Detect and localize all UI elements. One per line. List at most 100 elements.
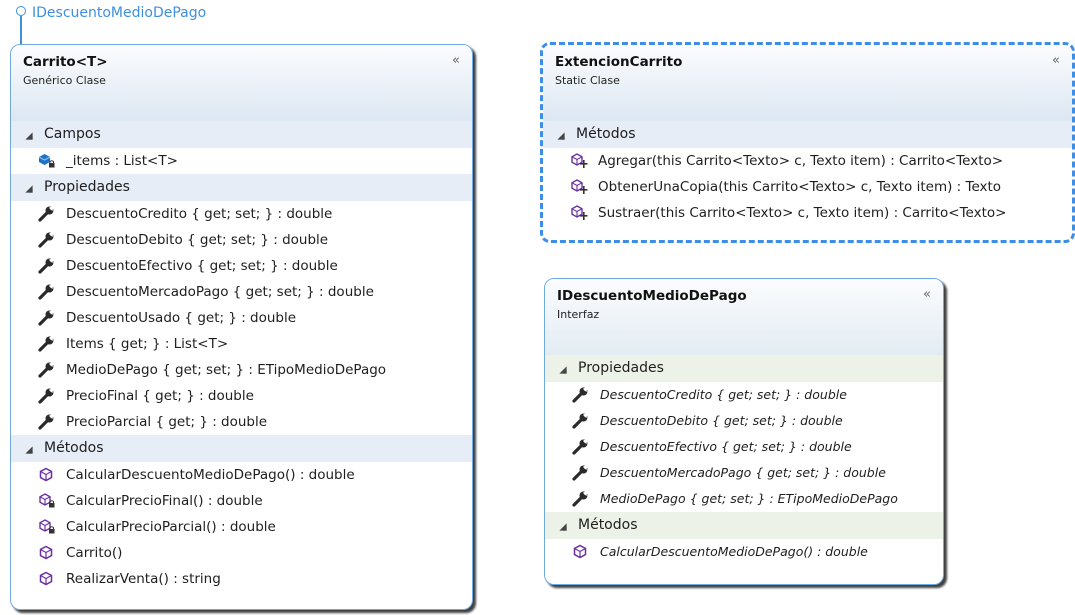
member-row[interactable]: PrecioFinal { get; } : double [11,383,472,409]
member-text: DescuentoDebito { get; set; } : double [66,232,329,248]
member-row[interactable]: DescuentoCredito { get; set; } : double [545,382,943,408]
member-row[interactable]: Items { get; } : List<T> [11,331,472,357]
expand-triangle-icon[interactable] [559,366,567,374]
expand-triangle-icon[interactable] [557,132,565,140]
property-wrench-icon [572,465,590,481]
property-wrench-icon [572,387,590,403]
extension-method-icon [570,153,588,169]
private-method-icon [38,519,56,535]
member-row[interactable]: DescuentoDebito { get; set; } : double [545,408,943,434]
member-row[interactable]: CalcularDescuentoMedioDePago() : double [11,462,472,488]
property-wrench-icon [38,206,56,222]
member-row[interactable]: DescuentoMercadoPago { get; set; } : dou… [11,279,472,305]
interface-lollipop-label[interactable]: IDescuentoMedioDePago [32,5,206,21]
member-text: DescuentoDebito { get; set; } : double [600,413,843,428]
member-text: Items { get; } : List<T> [66,336,229,352]
section-header-campos[interactable]: Campos [11,121,472,148]
member-row[interactable]: DescuentoEfectivo { get; set; } : double [11,253,472,279]
section-label: Métodos [44,440,104,456]
member-text: RealizarVenta() : string [66,571,221,587]
member-text: DescuentoCredito { get; set; } : double [66,206,333,222]
member-row[interactable]: Carrito() [11,540,472,566]
member-text: DescuentoCredito { get; set; } : double [600,387,847,402]
member-row[interactable]: RealizarVenta() : string [11,566,472,592]
member-text: CalcularDescuentoMedioDePago() : double [66,467,355,483]
class-title: ExtencionCarrito [555,54,683,70]
member-row[interactable]: DescuentoUsado { get; } : double [11,305,472,331]
member-text: PrecioParcial { get; } : double [66,414,268,430]
class-box-carrito[interactable]: Carrito<T> Genérico Clase « Campos _items… [10,44,473,610]
section-header-m-todos[interactable]: Métodos [543,121,1072,148]
member-row[interactable]: _items : List<T> [11,148,472,174]
collapse-icon[interactable]: « [1052,53,1060,68]
property-wrench-icon [572,439,590,455]
interface-header[interactable]: IDescuentoMedioDePago Interfaz « [545,279,943,355]
expand-triangle-icon[interactable] [25,185,33,193]
class-title: Carrito<T> [23,54,108,70]
class-body: Campos _items : List<T> Propiedades Descuen… [11,121,472,592]
member-row[interactable]: DescuentoMercadoPago { get; set; } : dou… [545,460,943,486]
member-row[interactable]: Sustraer(this Carrito<Texto> c, Texto it… [543,200,1072,226]
property-wrench-icon [38,258,56,274]
member-text: _items : List<T> [66,153,178,169]
expand-triangle-icon[interactable] [25,132,33,140]
member-text: Agregar(this Carrito<Texto> c, Texto ite… [598,153,1004,169]
member-row[interactable]: DescuentoDebito { get; set; } : double [11,227,472,253]
section-header-propiedades[interactable]: Propiedades [545,355,943,382]
interface-body: Propiedades DescuentoCredito { get; set; … [545,355,943,565]
member-text: CalcularPrecioFinal() : double [66,493,263,509]
member-row[interactable]: Agregar(this Carrito<Texto> c, Texto ite… [543,148,1072,174]
member-text: ObtenerUnaCopia(this Carrito<Texto> c, T… [598,179,1002,195]
method-icon [38,467,56,483]
class-header[interactable]: ExtencionCarrito Static Clase « [543,45,1072,121]
member-row[interactable]: MedioDePago { get; set; } : ETipoMedioDe… [545,486,943,512]
member-text: CalcularDescuentoMedioDePago() : double [600,544,868,559]
class-stereotype: Genérico Clase [23,74,106,87]
member-text: MedioDePago { get; set; } : ETipoMedioDe… [600,491,898,506]
section-label: Campos [44,126,101,142]
expand-triangle-icon[interactable] [25,446,33,454]
method-icon [572,544,590,560]
member-row[interactable]: ObtenerUnaCopia(this Carrito<Texto> c, T… [543,174,1072,200]
section-label: Propiedades [44,179,130,195]
property-wrench-icon [38,336,56,352]
section-label: Métodos [578,517,638,533]
interface-box-idescuento-medio-de-pago[interactable]: IDescuentoMedioDePago Interfaz « Propied… [544,278,944,585]
private-field-icon [38,153,56,169]
property-wrench-icon [572,413,590,429]
member-text: DescuentoUsado { get; } : double [66,310,297,326]
section-header-propiedades[interactable]: Propiedades [11,174,472,201]
extension-method-icon [570,205,588,221]
member-text: CalcularPrecioParcial() : double [66,519,276,535]
member-row[interactable]: DescuentoEfectivo { get; set; } : double [545,434,943,460]
class-stereotype: Static Clase [555,74,620,87]
interface-stereotype: Interfaz [557,308,600,321]
member-text: Carrito() [66,545,123,561]
property-wrench-icon [38,414,56,430]
member-row[interactable]: DescuentoCredito { get; set; } : double [11,201,472,227]
class-body: Métodos Agregar(this Carrito<Texto> c, Te… [543,121,1072,226]
member-text: Sustraer(this Carrito<Texto> c, Texto it… [598,205,1007,221]
member-text: PrecioFinal { get; } : double [66,388,254,404]
section-label: Propiedades [578,360,664,376]
section-header-m-todos[interactable]: Métodos [545,512,943,539]
member-row[interactable]: CalcularPrecioParcial() : double [11,514,472,540]
expand-triangle-icon[interactable] [559,523,567,531]
member-text: DescuentoMercadoPago { get; set; } : dou… [600,465,886,480]
member-row[interactable]: CalcularDescuentoMedioDePago() : double [545,539,943,565]
interface-title: IDescuentoMedioDePago [557,288,747,304]
member-text: DescuentoEfectivo { get; set; } : double [600,439,852,454]
collapse-icon[interactable]: « [452,53,460,68]
class-box-extencion-carrito[interactable]: ExtencionCarrito Static Clase « Métodos A… [540,42,1075,243]
method-icon [38,545,56,561]
collapse-icon[interactable]: « [923,287,931,302]
member-row[interactable]: MedioDePago { get; set; } : ETipoMedioDe… [11,357,472,383]
member-row[interactable]: CalcularPrecioFinal() : double [11,488,472,514]
class-header[interactable]: Carrito<T> Genérico Clase « [11,45,472,121]
member-text: DescuentoEfectivo { get; set; } : double [66,258,338,274]
interface-circle-icon [16,6,26,16]
member-row[interactable]: PrecioParcial { get; } : double [11,409,472,435]
property-wrench-icon [38,284,56,300]
extension-method-icon [570,179,588,195]
section-header-m-todos[interactable]: Métodos [11,435,472,462]
